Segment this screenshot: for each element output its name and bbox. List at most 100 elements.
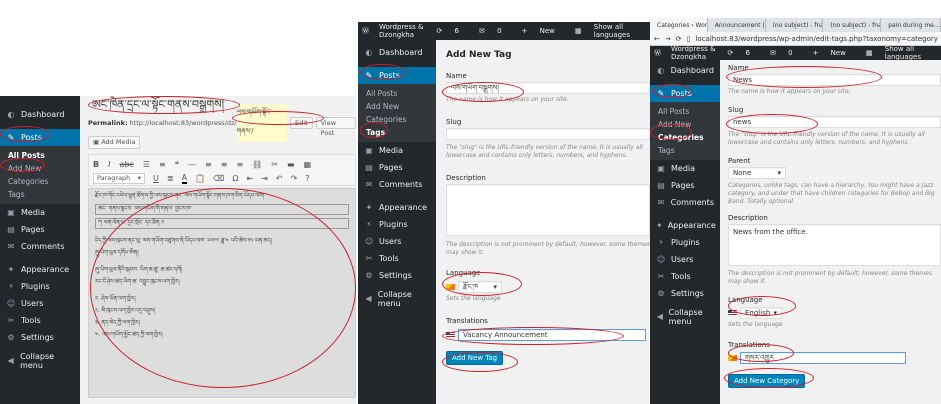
sidebar-item-appearance[interactable]: ✦ Appearance (0, 261, 80, 278)
unlink-icon[interactable]: ✂ (271, 160, 278, 169)
browser-tab[interactable]: (no subject) - fnan… (823, 18, 882, 32)
add-new-tag-button[interactable]: Add New Tag (446, 351, 504, 365)
sidebar-item-comments[interactable]: ✉ Comments (358, 176, 436, 193)
sidebar-item-pages[interactable]: ▤ Pages (650, 177, 720, 194)
name-input[interactable]: News (728, 74, 941, 86)
sidebar-item-users[interactable]: ☺ Users (650, 251, 720, 268)
sidebar-item-dashboard[interactable]: ◐ Dashboard (650, 62, 720, 79)
add-new-category-button[interactable]: Add New Category (728, 374, 806, 388)
hr-icon[interactable]: — (188, 160, 196, 169)
numbered-list-icon[interactable]: ≡ (159, 160, 166, 169)
sidebar-item-posts[interactable]: ✎ Posts (358, 67, 436, 84)
text-color-icon[interactable]: A (181, 173, 188, 184)
sidebar-item-collapse-menu[interactable]: ◀ Collapse menu (0, 352, 80, 370)
browser-tab[interactable]: pain during me… (881, 18, 941, 32)
permalink-slug[interactable]: ལས་གཡོག་སྟོང་གནས་/ (236, 104, 288, 142)
language-select[interactable]: English ▾ (728, 307, 941, 319)
sidebar-item-tools[interactable]: ✂ Tools (650, 268, 720, 285)
sidebar-item-collapse-menu[interactable]: ◀ Collapse menu (650, 308, 720, 326)
align-center-icon[interactable]: ≡ (221, 160, 228, 169)
wp-logo-icon[interactable]: Ⓦ (654, 48, 661, 58)
sidebar-item-tools[interactable]: ✂ Tools (358, 250, 436, 267)
admin-bar-updates[interactable]: ⟳ 6 (436, 27, 469, 35)
admin-bar-updates[interactable]: ⟳ 6 (727, 49, 760, 57)
justify-icon[interactable]: ≣ (167, 174, 174, 183)
link-icon[interactable]: ⛓ (252, 160, 262, 169)
sidebar-item-media[interactable]: ▣ Media (650, 160, 720, 177)
sidebar-item-tools[interactable]: ✂ Tools (0, 312, 80, 329)
admin-bar-site[interactable]: Wordpress & Dzongkha (379, 23, 426, 39)
sidebar-item-posts[interactable]: ✎ Posts (0, 129, 80, 146)
post-title[interactable]: ཨང་ཁེན་དྲང་ལ་སྟོང་གནས་བསྒྲགས། (88, 96, 356, 114)
special-char-icon[interactable]: Ω (232, 174, 238, 183)
sidebar-item-posts[interactable]: ✎ Posts (650, 85, 720, 102)
browser-tab[interactable]: Categories ‹ Word… (650, 18, 708, 32)
wp-logo-icon[interactable]: Ⓦ (362, 26, 369, 36)
add-media-button[interactable]: ▣ Add Media (88, 136, 141, 149)
clear-format-icon[interactable]: ⌫ (213, 174, 224, 183)
slug-input[interactable] (446, 128, 650, 140)
sidebar-item-plugins[interactable]: ⚡ Plugins (358, 216, 436, 233)
redo-icon[interactable]: ↷ (291, 174, 298, 183)
sidebar-item-settings[interactable]: ⚙ Settings (0, 329, 80, 346)
help-icon[interactable]: ? (305, 174, 309, 183)
paste-text-icon[interactable]: 📋 (195, 174, 205, 183)
description-textarea[interactable]: News from the office. (728, 224, 941, 266)
translation-input[interactable]: གསར་འགྱུར (740, 352, 906, 364)
admin-bar-site[interactable]: Wordpress & Dzongkha (671, 45, 717, 61)
name-input[interactable]: ལས་གཡོག་བསྒྲགས། (446, 82, 650, 94)
strikethrough-icon[interactable]: abc (119, 160, 133, 169)
format-select[interactable]: Paragraph ▾ (93, 172, 145, 184)
underline-icon[interactable]: U (153, 174, 159, 183)
submenu-item-all-posts[interactable]: All Posts (650, 105, 720, 118)
admin-bar-comments[interactable]: ✉ 0 (479, 27, 512, 35)
permalink-url[interactable]: http://localhost:83/wordpress/dz/ (130, 119, 237, 127)
translation-input[interactable]: Vacancy Announcement (458, 329, 646, 341)
outdent-icon[interactable]: ⇤ (246, 174, 253, 183)
admin-bar-languages[interactable]: ▦ Show all languages (866, 45, 931, 61)
submenu-item-tags[interactable]: Tags (0, 188, 80, 201)
undo-icon[interactable]: ↶ (276, 174, 283, 183)
indent-icon[interactable]: ⇥ (261, 174, 268, 183)
browser-tab[interactable]: (no subject) - fnan… (766, 18, 824, 32)
sidebar-item-users[interactable]: ☺ Users (358, 233, 436, 250)
reload-icon[interactable]: ⟳ (676, 35, 682, 43)
align-left-icon[interactable]: ≡ (205, 160, 212, 169)
submenu-item-categories[interactable]: Categories (0, 175, 80, 188)
submenu-item-add-new[interactable]: Add New (358, 100, 436, 113)
language-select[interactable]: རྫོང་ཁ ▾ (446, 281, 650, 293)
sidebar-item-users[interactable]: ☺ Users (0, 295, 80, 312)
sidebar-item-media[interactable]: ▣ Media (0, 204, 80, 221)
sidebar-item-settings[interactable]: ⚙ Settings (358, 267, 436, 284)
sidebar-item-collapse-menu[interactable]: ◀ Collapse menu (358, 290, 436, 308)
sidebar-item-dashboard[interactable]: ◐ Dashboard (358, 44, 436, 61)
sidebar-item-dashboard[interactable]: ◐ Dashboard (0, 106, 80, 123)
permalink-edit-button[interactable]: Edit (290, 117, 313, 129)
submenu-item-add-new[interactable]: Add New (0, 162, 80, 175)
back-icon[interactable]: ← (654, 35, 660, 43)
description-textarea[interactable] (446, 184, 650, 236)
sidebar-item-media[interactable]: ▣ Media (358, 142, 436, 159)
bullet-list-icon[interactable]: ☰ (143, 160, 150, 169)
sidebar-item-appearance[interactable]: ✦ Appearance (650, 217, 720, 234)
sidebar-item-comments[interactable]: ✉ Comments (0, 238, 80, 255)
bold-icon[interactable]: B (93, 160, 99, 169)
forward-icon[interactable]: → (665, 35, 671, 43)
submenu-item-all-posts[interactable]: All Posts (358, 87, 436, 100)
toolbar-toggle-icon[interactable]: ▦ (304, 160, 312, 169)
parent-select[interactable]: None ▾ (728, 167, 786, 179)
submenu-item-add-new[interactable]: Add New (650, 118, 720, 131)
admin-bar-new[interactable]: + New (813, 49, 856, 57)
sidebar-item-settings[interactable]: ⚙ Settings (650, 285, 720, 302)
submenu-item-tags[interactable]: Tags (650, 144, 720, 157)
sidebar-item-plugins[interactable]: ⚡ Plugins (650, 234, 720, 251)
sidebar-item-comments[interactable]: ✉ Comments (650, 194, 720, 211)
blockquote-icon[interactable]: ❝ (175, 160, 179, 169)
align-right-icon[interactable]: ≡ (236, 160, 243, 169)
sidebar-item-pages[interactable]: ▤ Pages (358, 159, 436, 176)
submenu-item-categories[interactable]: Categories (358, 113, 436, 126)
sidebar-item-pages[interactable]: ▤ Pages (0, 221, 80, 238)
view-post-button[interactable]: View Post (315, 117, 356, 137)
browser-tab[interactable]: Announcement | c… (708, 18, 766, 32)
admin-bar-new[interactable]: + New (522, 27, 565, 35)
